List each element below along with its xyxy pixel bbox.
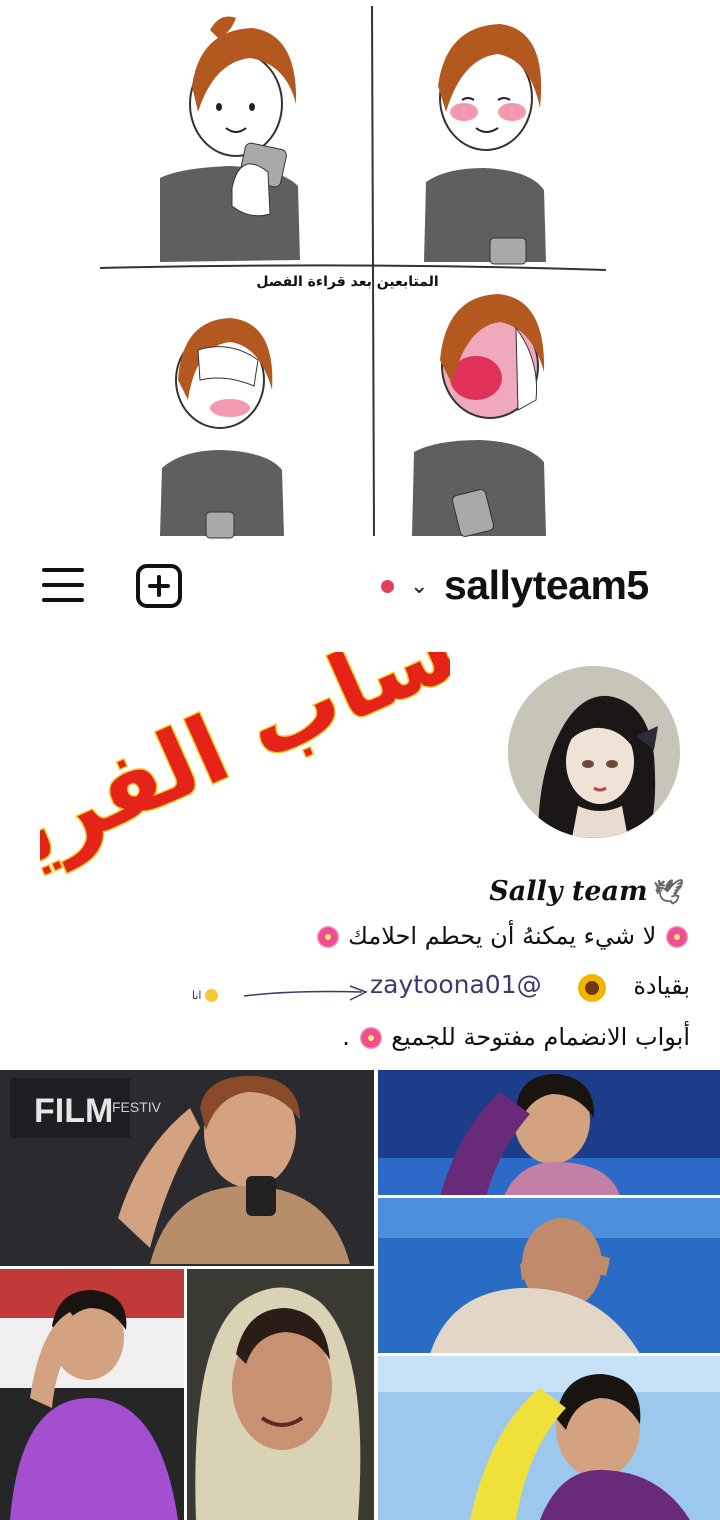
collage-banner-small: FESTIV	[112, 1099, 162, 1115]
graffiti-text: حساب الفريق	[40, 652, 450, 912]
lead-label: بقيادة	[633, 972, 690, 1000]
meme-collage-image: FILM FESTIV	[0, 1068, 720, 1520]
graffiti-text-art: حساب الفريق	[0, 565, 537, 921]
display-name: Sally team 🕊	[489, 876, 684, 907]
collage-drawing: FILM FESTIV	[0, 1068, 720, 1520]
display-name-text: Sally team	[489, 876, 648, 907]
comic-image: المتابعين بعد قراءة الفصل	[0, 0, 720, 540]
bio-line-3-text: أبواب الانضمام مفتوحة للجميع	[391, 1023, 690, 1051]
bio-line-3: أبواب الانضمام مفتوحة للجميع .	[342, 1023, 690, 1051]
avatar-illustration	[508, 666, 680, 838]
collage-banner-text: FILM	[34, 1092, 113, 1130]
comic-drawing	[99, 5, 607, 539]
me-label-text: انا	[192, 989, 202, 1002]
bio-line-1-text: لا شيء يمكنهُ أن يحطم احلامك	[348, 922, 657, 950]
mention-link[interactable]: zaytoona01@	[370, 970, 542, 999]
arrow-annotation-icon	[243, 985, 368, 1001]
comic-caption: المتابعين بعد قراءة الفصل	[256, 274, 439, 290]
hibiscus-icon	[358, 1025, 384, 1051]
bio-line-1: لا شيء يمكنهُ أن يحطم احلامك	[315, 922, 690, 950]
create-post-button[interactable]	[136, 564, 182, 608]
bird-icon: 🕊	[653, 877, 684, 906]
team-graffiti-image: حساب الفريق	[0, 565, 537, 921]
chevron-down-icon[interactable]: ⌄	[410, 574, 428, 599]
hamburger-menu-icon[interactable]	[42, 566, 84, 604]
hibiscus-icon	[664, 924, 690, 950]
smiley-icon	[205, 989, 219, 1002]
profile-username[interactable]: sallyteam5	[444, 562, 649, 609]
hibiscus-icon	[315, 924, 341, 950]
me-annotation: انا	[192, 989, 219, 1002]
notification-dot	[381, 580, 394, 593]
bio-line-3-end: .	[342, 1023, 350, 1051]
profile-avatar[interactable]	[508, 666, 680, 838]
sunflower-icon	[578, 974, 606, 1002]
